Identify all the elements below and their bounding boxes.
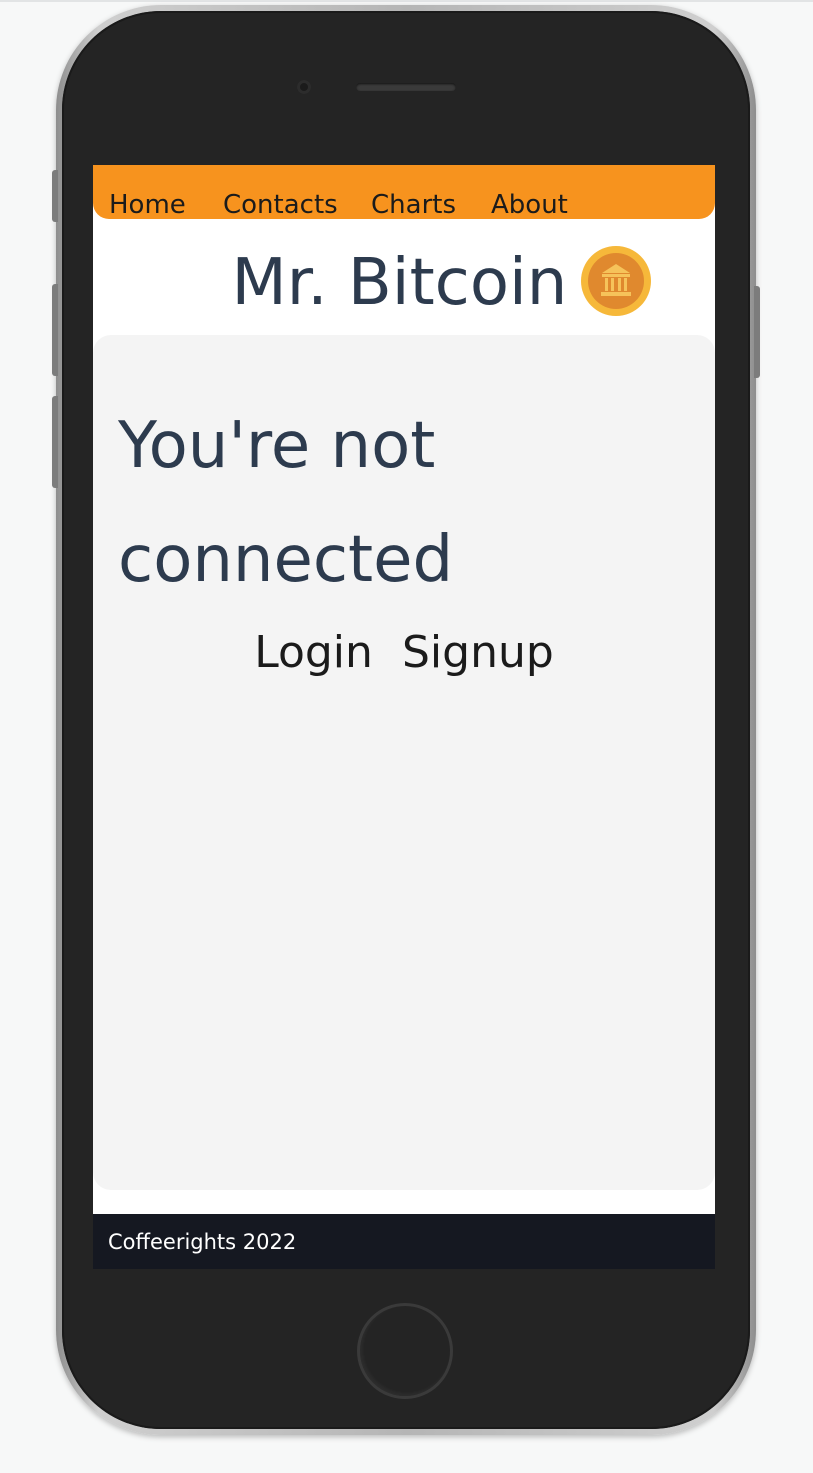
footer-copyright: Coffeerights 2022 [108, 1230, 297, 1254]
auth-card: You're not connected Login Signup [93, 335, 715, 1190]
nav-charts-link[interactable]: Charts [371, 189, 456, 221]
navbar: Home Contacts Charts About [93, 165, 715, 221]
signup-link[interactable]: Signup [402, 627, 554, 679]
bank-coin-icon [581, 246, 652, 316]
top-rule [0, 0, 813, 2]
volume-down-button [52, 396, 58, 488]
home-button[interactable] [357, 1303, 453, 1399]
earpiece-speaker [356, 83, 456, 91]
nav-home-link[interactable]: Home [109, 189, 186, 221]
not-connected-heading: You're not connected [118, 409, 454, 597]
app-title: Mr. Bitcoin [231, 246, 568, 320]
front-camera [297, 80, 311, 94]
nav-contacts-link[interactable]: Contacts [223, 189, 338, 221]
footer: Coffeerights 2022 [93, 1214, 715, 1269]
nav-about-link[interactable]: About [491, 189, 568, 221]
brand-header: Mr. Bitcoin [93, 243, 715, 323]
auth-links: Login Signup [93, 627, 715, 679]
power-button [754, 286, 760, 378]
volume-up-button [52, 284, 58, 376]
mute-switch [52, 170, 58, 222]
login-link[interactable]: Login [254, 627, 373, 679]
app-screen: Home Contacts Charts About Mr. Bitcoin Y… [93, 165, 715, 1269]
